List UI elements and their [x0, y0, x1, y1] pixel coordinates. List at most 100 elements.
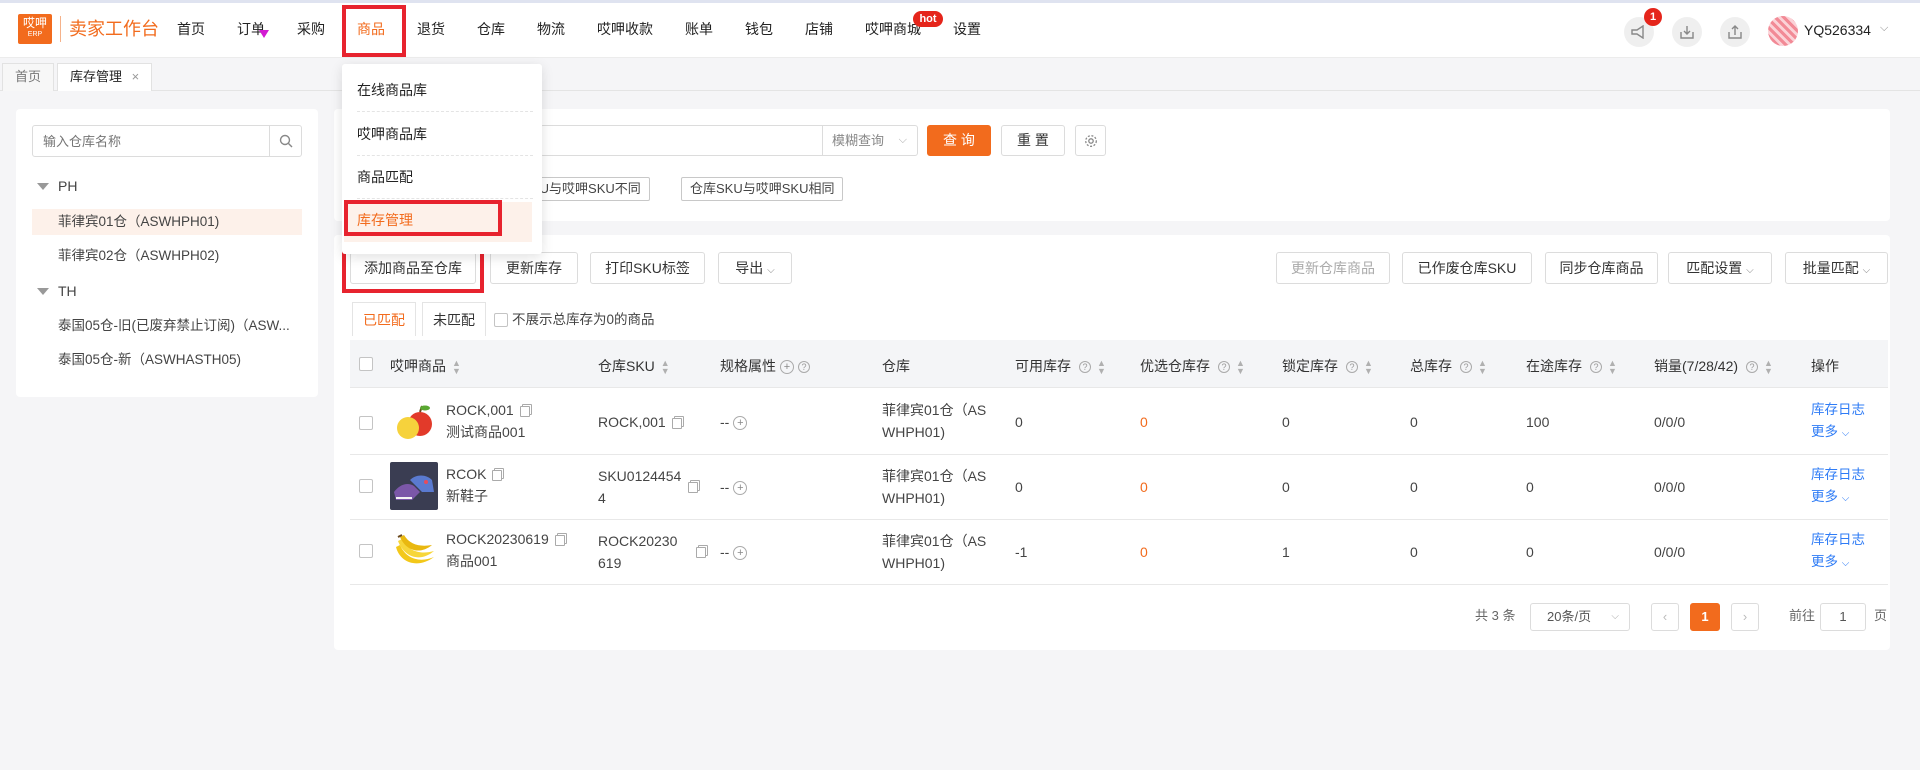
user-avatar[interactable] — [1768, 16, 1798, 46]
sort-icon[interactable]: ▲ ▼ — [1608, 359, 1617, 376]
menu-item-platform-goods[interactable]: 哎呷商品库 — [357, 112, 533, 156]
tab-unmatched[interactable]: 未匹配 — [422, 302, 486, 336]
nav-goods[interactable]: 商品 — [357, 19, 385, 39]
upload-icon[interactable] — [1720, 17, 1750, 47]
sync-warehouse-goods-button[interactable]: 同步仓库商品 — [1545, 252, 1658, 284]
print-sku-label-button[interactable]: 打印SKU标签 — [590, 252, 705, 284]
col-preferred-stock[interactable]: 优选仓库存? ▲ ▼ — [1140, 356, 1245, 376]
col-warehouse-sku[interactable]: 仓库SKU ▲ ▼ — [598, 356, 670, 376]
tree-item-ph01[interactable]: 菲律宾01仓（ASWHPH01) — [32, 209, 302, 235]
col-goods[interactable]: 哎呷商品 ▲ ▼ — [390, 356, 461, 376]
help-icon[interactable]: ? — [1590, 361, 1602, 374]
tree-item-th05-new[interactable]: 泰国05仓-新（ASWHASTH05) — [32, 347, 302, 373]
export-dropdown[interactable]: 导出 ⌵ — [718, 252, 792, 284]
copy-icon[interactable] — [671, 417, 682, 429]
more-actions-link[interactable]: 更多 ⌵ — [1811, 551, 1849, 575]
nav-settings[interactable]: 设置 — [953, 19, 981, 39]
page-size-select[interactable]: 20条/页 ⌵ — [1530, 603, 1630, 631]
tab-matched[interactable]: 已匹配 — [352, 302, 416, 336]
row-checkbox[interactable] — [359, 479, 373, 493]
help-icon[interactable]: ? — [1218, 361, 1230, 374]
add-spec-icon[interactable]: + — [733, 416, 748, 431]
nav-wallet[interactable]: 钱包 — [745, 19, 773, 39]
update-warehouse-goods-button[interactable]: 更新仓库商品 — [1276, 252, 1390, 284]
select-all-checkbox[interactable] — [359, 357, 373, 371]
add-spec-icon[interactable]: + — [733, 481, 748, 496]
tab-inventory-management[interactable]: 库存管理 × — [57, 63, 153, 91]
nav-store[interactable]: 店铺 — [805, 19, 833, 39]
add-circle-icon[interactable]: + — [780, 360, 794, 375]
product-thumbnail-apple[interactable] — [390, 398, 438, 446]
warehouse-search-button[interactable] — [269, 125, 302, 157]
col-in-transit-stock[interactable]: 在途库存? ▲ ▼ — [1526, 356, 1617, 376]
nav-payment-collection[interactable]: 哎呷收款 — [597, 19, 653, 39]
copy-icon[interactable] — [519, 405, 530, 417]
nav-warehouse[interactable]: 仓库 — [477, 19, 505, 39]
tree-expand-icon[interactable] — [37, 183, 49, 190]
add-spec-icon[interactable]: + — [733, 546, 748, 561]
page-number-current[interactable]: 1 — [1690, 603, 1720, 631]
update-stock-button[interactable]: 更新库存 — [490, 252, 578, 284]
more-actions-link[interactable]: 更多 ⌵ — [1811, 421, 1849, 445]
nav-returns[interactable]: 退货 — [417, 19, 445, 39]
more-actions-link[interactable]: 更多 ⌵ — [1811, 486, 1849, 510]
warehouse-search-input[interactable] — [32, 125, 270, 157]
row-checkbox[interactable] — [359, 416, 373, 430]
sort-icon[interactable]: ▲ ▼ — [452, 359, 461, 376]
menu-item-inventory-management[interactable]: 库存管理 — [357, 199, 533, 241]
nav-bills[interactable]: 账单 — [685, 19, 713, 39]
prev-page-button[interactable]: ‹ — [1651, 603, 1679, 631]
next-page-button[interactable]: › — [1731, 603, 1759, 631]
tab-close-icon[interactable]: × — [132, 69, 140, 84]
nav-purchase[interactable]: 采购 — [297, 19, 325, 39]
query-button[interactable]: 查 询 — [927, 125, 991, 156]
tab-home[interactable]: 首页 — [2, 63, 55, 91]
copy-icon[interactable] — [688, 482, 698, 493]
tree-expand-icon[interactable] — [37, 288, 49, 295]
sort-icon[interactable]: ▲ ▼ — [1478, 359, 1487, 376]
help-icon[interactable]: ? — [798, 361, 810, 374]
tree-group-th[interactable]: TH — [58, 283, 77, 299]
sort-icon[interactable]: ▲ ▼ — [1097, 359, 1106, 376]
filter-tag-sku-same[interactable]: 仓库SKU与哎呷SKU相同 — [681, 177, 844, 201]
product-thumbnail-bananas[interactable] — [390, 527, 438, 575]
help-icon[interactable]: ? — [1746, 361, 1759, 374]
sort-icon[interactable]: ▲ ▼ — [1764, 359, 1773, 376]
col-locked-stock[interactable]: 锁定库存? ▲ ▼ — [1282, 356, 1373, 376]
discarded-warehouse-sku-button[interactable]: 已作废仓库SKU — [1402, 252, 1532, 284]
help-icon[interactable]: ? — [1460, 361, 1472, 374]
copy-icon[interactable] — [492, 469, 503, 481]
menu-item-online-goods[interactable]: 在线商品库 — [357, 68, 533, 112]
nav-home[interactable]: 首页 — [177, 19, 205, 39]
help-icon[interactable]: ? — [1079, 361, 1091, 374]
menu-item-goods-matching[interactable]: 商品匹配 — [357, 155, 533, 199]
goto-page-input[interactable]: 1 — [1820, 603, 1866, 631]
download-icon[interactable] — [1672, 17, 1702, 47]
copy-icon[interactable] — [554, 534, 565, 546]
hide-zero-stock-checkbox[interactable] — [494, 313, 508, 327]
sort-icon[interactable]: ▲ ▼ — [1236, 359, 1245, 376]
sort-icon[interactable]: ▲ ▼ — [1364, 359, 1373, 376]
stock-log-link[interactable]: 库存日志 — [1811, 399, 1865, 421]
sort-icon[interactable]: ▲ ▼ — [661, 359, 670, 376]
reset-button[interactable]: 重 置 — [1001, 125, 1065, 156]
col-total-stock[interactable]: 总库存? ▲ ▼ — [1410, 356, 1487, 376]
stock-log-link[interactable]: 库存日志 — [1811, 464, 1865, 486]
match-settings-dropdown[interactable]: 匹配设置 ⌵ — [1668, 252, 1772, 284]
tree-item-ph02[interactable]: 菲律宾02仓（ASWHPH02) — [32, 243, 302, 269]
user-menu-chevron-icon[interactable]: ⌵ — [1880, 22, 1888, 35]
nav-logistics[interactable]: 物流 — [537, 19, 565, 39]
tree-group-ph[interactable]: PH — [58, 178, 77, 194]
username[interactable]: YQ526334 — [1804, 22, 1871, 38]
batch-match-dropdown[interactable]: 批量匹配 ⌵ — [1785, 252, 1888, 284]
col-available-stock[interactable]: 可用库存? ▲ ▼ — [1015, 356, 1106, 376]
stock-log-link[interactable]: 库存日志 — [1811, 529, 1865, 551]
row-checkbox[interactable] — [359, 544, 373, 558]
help-icon[interactable]: ? — [1346, 361, 1358, 374]
add-goods-to-warehouse-button[interactable]: 添加商品至仓库 — [350, 252, 476, 284]
copy-icon[interactable] — [696, 547, 706, 558]
filter-settings-button[interactable] — [1075, 125, 1106, 156]
product-thumbnail-shoes[interactable] — [390, 462, 438, 510]
tree-item-th05-old[interactable]: 泰国05仓-旧(已废弃禁止订阅)（ASW... — [32, 313, 302, 339]
query-mode-select[interactable]: 模糊查询 ⌵ — [822, 125, 918, 156]
